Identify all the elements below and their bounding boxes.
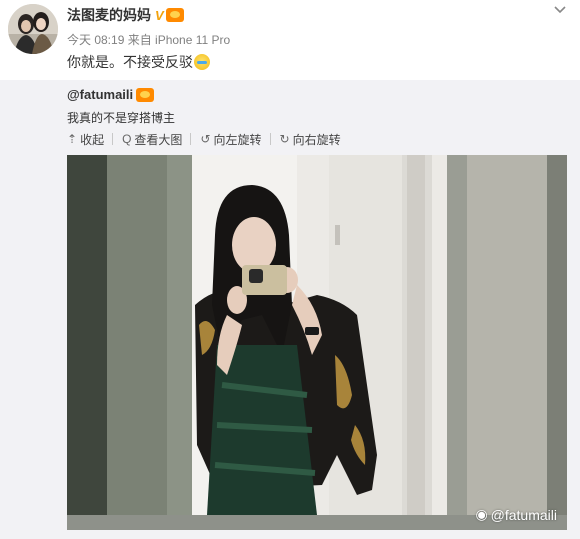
vip-badge-icon (136, 87, 155, 102)
collapse-icon: ⇡ (67, 132, 78, 146)
toolbar-divider (190, 133, 192, 145)
photo-watermark: ◉ @fatumaili (475, 506, 557, 523)
vip-badge-icon (165, 8, 184, 22)
chevron-down-icon (554, 6, 566, 14)
weibo-logo-icon: ◉ (475, 506, 488, 522)
view-large-label: 查看大图 (134, 132, 183, 147)
post-header: 法图麦的妈妈 V 今天 08:19 来自 iPhone 11 Pro 你就是。不… (0, 0, 580, 76)
rotate-left-label: 向左旋转 (213, 132, 262, 147)
rotate-left-icon: ↺ (200, 132, 211, 146)
toolbar-divider (269, 133, 271, 145)
post-text-content: 你就是。不接受反驳 (67, 54, 193, 70)
author-name[interactable]: 法图麦的妈妈 (67, 5, 151, 25)
rotate-right-label: 向右旋转 (292, 132, 341, 147)
rotate-left-button[interactable]: ↺ 向左旋转 (200, 131, 261, 148)
more-options-button[interactable] (552, 2, 568, 18)
repost-author-row: @fatumaili (67, 87, 155, 102)
collapse-label: 收起 (80, 132, 105, 147)
mirror-selfie-image (67, 155, 567, 530)
avatar-photo (8, 4, 58, 54)
collapse-button[interactable]: ⇡ 收起 (67, 131, 104, 148)
rotate-right-button[interactable]: ↻ 向右旋转 (280, 131, 341, 148)
toolbar-divider (112, 133, 114, 145)
avatar[interactable] (8, 4, 58, 54)
author-row: 法图麦的妈妈 V (67, 5, 184, 25)
repost-text: 我真的不是穿搭博主 (67, 111, 176, 125)
view-large-button[interactable]: Q 查看大图 (122, 131, 182, 148)
post-meta: 今天 08:19 来自 iPhone 11 Pro (67, 33, 231, 47)
search-icon: Q (122, 132, 132, 146)
post-text: 你就是。不接受反驳 (67, 52, 210, 72)
crying-laughing-emoji-icon (194, 54, 210, 70)
media-toolbar: ⇡ 收起 Q 查看大图 ↺ 向左旋转 ↻ 向右旋转 (67, 130, 341, 148)
repost-author-link[interactable]: @fatumaili (67, 87, 133, 102)
repost-card: @fatumaili 我真的不是穿搭博主 ⇡ 收起 Q 查看大图 ↺ 向左旋转 … (0, 80, 580, 539)
watermark-text: @fatumaili (490, 506, 557, 523)
post-photo[interactable]: ◉ @fatumaili (67, 155, 567, 530)
verified-icon: V (155, 7, 164, 23)
rotate-right-icon: ↻ (279, 132, 290, 146)
